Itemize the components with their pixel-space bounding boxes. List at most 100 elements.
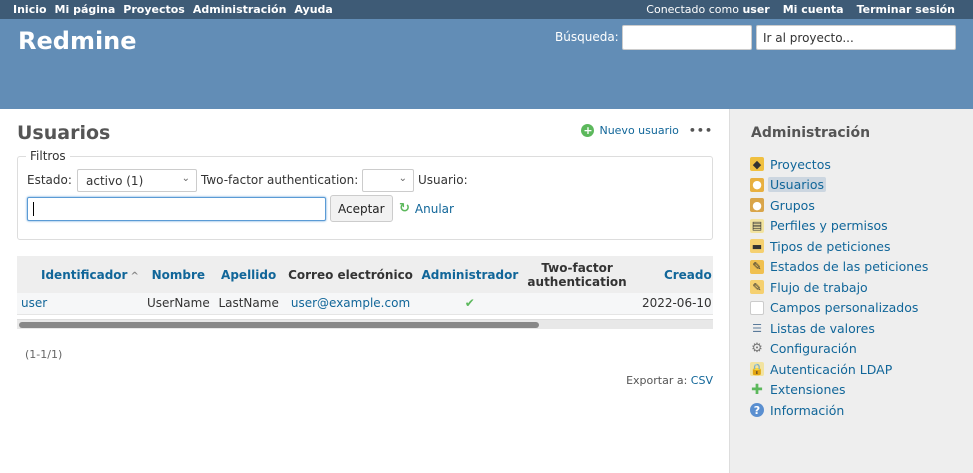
column-email[interactable]: Correo electrónico (283, 256, 418, 293)
sidebar-item-label[interactable]: Tipos de peticiones (770, 239, 891, 254)
column-admin[interactable]: Administrador (417, 256, 523, 293)
column-login[interactable]: Identificador ^ (17, 256, 143, 293)
more-actions-button[interactable]: ••• (689, 124, 713, 137)
new-user-link[interactable]: Nuevo usuario (599, 124, 678, 137)
main-content: Usuarios + Nuevo usuario ••• Filtros Est… (0, 109, 729, 473)
sidebar-item-roles[interactable]: ▤ Perfiles y permisos (750, 216, 928, 237)
sidebar-item-users[interactable]: ● Usuarios (750, 175, 928, 196)
column-twofa-line1: Two-factor (541, 260, 613, 275)
ldap-icon: 🔒 (750, 362, 764, 377)
sidebar-item-label[interactable]: Campos personalizados (770, 300, 918, 315)
table-header-row: Identificador ^ Nombre Apellido Correo el… (17, 256, 713, 293)
user-firstname: UserName (142, 293, 214, 315)
user-twofa (522, 293, 632, 315)
twofa-select[interactable]: ⌄ (362, 169, 414, 192)
column-twofa-label: Two-factor authentication (527, 261, 626, 289)
trackers-icon: ▬ (750, 239, 764, 254)
apply-button[interactable]: Aceptar (330, 195, 393, 222)
sort-asc-icon: ^ (130, 270, 139, 282)
column-lastname[interactable]: Apellido (213, 256, 284, 293)
column-created[interactable]: Creado (631, 256, 713, 293)
sidebar-item-label[interactable]: Configuración (770, 341, 857, 356)
pagination-info: (1-1/1) (25, 348, 63, 361)
logout-link[interactable]: Terminar sesión (857, 3, 955, 16)
search-input[interactable] (622, 25, 752, 50)
sidebar-item-label[interactable]: Usuarios (768, 177, 827, 193)
roles-icon: ▤ (750, 218, 764, 233)
search-label: Búsqueda: (555, 30, 619, 44)
sidebar-item-label[interactable]: Autenticación LDAP (770, 362, 892, 377)
header: Redmine Búsqueda: Ir al proyecto... (0, 19, 973, 109)
sidebar-item-label[interactable]: Grupos (770, 198, 815, 213)
status-select-value: activo (1) (86, 174, 144, 188)
sidebar-item-custom-fields[interactable]: Campos personalizados (750, 298, 928, 319)
logged-as: Conectado como user (646, 3, 769, 16)
sidebar-item-enumerations[interactable]: ☰ Listas de valores (750, 318, 928, 339)
sidebar-item-plugins[interactable]: ✚ Extensiones (750, 380, 928, 401)
horizontal-scrollbar[interactable] (17, 319, 713, 329)
export-csv-link[interactable]: CSV (691, 374, 713, 387)
reload-icon: ↻ (399, 201, 410, 216)
menu-help[interactable]: Ayuda (294, 3, 332, 16)
user-email-link[interactable]: user@example.com (291, 296, 410, 310)
scrollbar-thumb[interactable] (19, 322, 539, 328)
sidebar-item-settings[interactable]: ⚙ Configuración (750, 339, 928, 360)
column-twofa: Two-factor authentication (522, 256, 632, 293)
column-firstname[interactable]: Nombre (142, 256, 214, 293)
app-title: Redmine (18, 27, 137, 55)
users-table: Identificador ^ Nombre Apellido Correo el… (17, 256, 713, 315)
menu-administration[interactable]: Administración (193, 3, 287, 16)
user-filter-input[interactable] (27, 197, 326, 221)
twofa-label: Two-factor authentication: (201, 173, 359, 187)
enumerations-icon: ☰ (752, 321, 762, 335)
sidebar-item-projects[interactable]: ◆ Proyectos (750, 154, 928, 175)
custom-fields-icon (750, 300, 764, 315)
sidebar-item-label[interactable]: Listas de valores (770, 321, 875, 336)
sidebar-item-ldap[interactable]: 🔒 Autenticación LDAP (750, 359, 928, 380)
sidebar-title: Administración (751, 125, 871, 141)
filters-fieldset: Filtros Estado: activo (1) ⌄ Two-factor … (17, 149, 713, 240)
sidebar-item-label[interactable]: Información (770, 403, 844, 418)
sidebar-item-label[interactable]: Estados de las peticiones (770, 259, 928, 274)
project-jump-input[interactable]: Ir al proyecto... (756, 25, 956, 50)
menu-projects[interactable]: Proyectos (123, 3, 185, 16)
user-lastname: LastName (213, 293, 284, 315)
sidebar-item-groups[interactable]: ● Grupos (750, 195, 928, 216)
filters-legend[interactable]: Filtros (26, 149, 70, 163)
page-title: Usuarios (17, 122, 111, 144)
users-icon: ● (750, 177, 764, 192)
export-label: Exportar a: (626, 374, 688, 387)
menu-home[interactable]: Inicio (13, 3, 47, 16)
menu-my-page[interactable]: Mi página (55, 3, 116, 16)
issue-statuses-icon: ✎ (750, 259, 764, 274)
sidebar-item-label[interactable]: Proyectos (770, 157, 831, 172)
top-menu-right: Conectado como user Mi cuenta Terminar s… (646, 3, 955, 16)
chevron-down-icon: ⌄ (398, 173, 407, 184)
admin-menu: ◆ Proyectos ● Usuarios ● Grupos ▤ Perfiles y… (750, 154, 928, 421)
column-twofa-line2: authentication (527, 274, 627, 289)
clear-filters-link[interactable]: Anular (415, 202, 454, 216)
logged-user-link[interactable]: user (742, 3, 769, 16)
users-table-container: Identificador ^ Nombre Apellido Correo el… (17, 256, 713, 332)
sidebar-item-label[interactable]: Flujo de trabajo (770, 280, 868, 295)
sidebar-item-label[interactable]: Perfiles y permisos (770, 218, 888, 233)
checkmark-icon: ✔ (464, 296, 475, 311)
sidebar-item-workflow[interactable]: ✎ Flujo de trabajo (750, 277, 928, 298)
user-created: 2022-06-10 (631, 293, 713, 315)
column-login-label: Identificador (41, 267, 128, 282)
workflow-icon: ✎ (750, 280, 764, 295)
sidebar-item-info[interactable]: ? Información (750, 400, 928, 421)
plugins-icon: ✚ (751, 381, 763, 398)
text-caret (33, 202, 34, 216)
top-menu: Inicio Mi página Proyectos Administració… (0, 0, 973, 19)
gear-icon: ⚙ (751, 341, 763, 357)
my-account-link[interactable]: Mi cuenta (783, 3, 844, 16)
status-select[interactable]: activo (1) ⌄ (77, 169, 197, 192)
user-login-link[interactable]: user (21, 296, 47, 310)
sidebar-item-label[interactable]: Extensiones (770, 382, 846, 397)
logged-as-label: Conectado como (646, 3, 739, 16)
clear-filters[interactable]: ↻ Anular (399, 201, 454, 216)
sidebar-item-issue-statuses[interactable]: ✎ Estados de las peticiones (750, 257, 928, 278)
sidebar-item-trackers[interactable]: ▬ Tipos de peticiones (750, 236, 928, 257)
status-label: Estado: (27, 173, 72, 187)
